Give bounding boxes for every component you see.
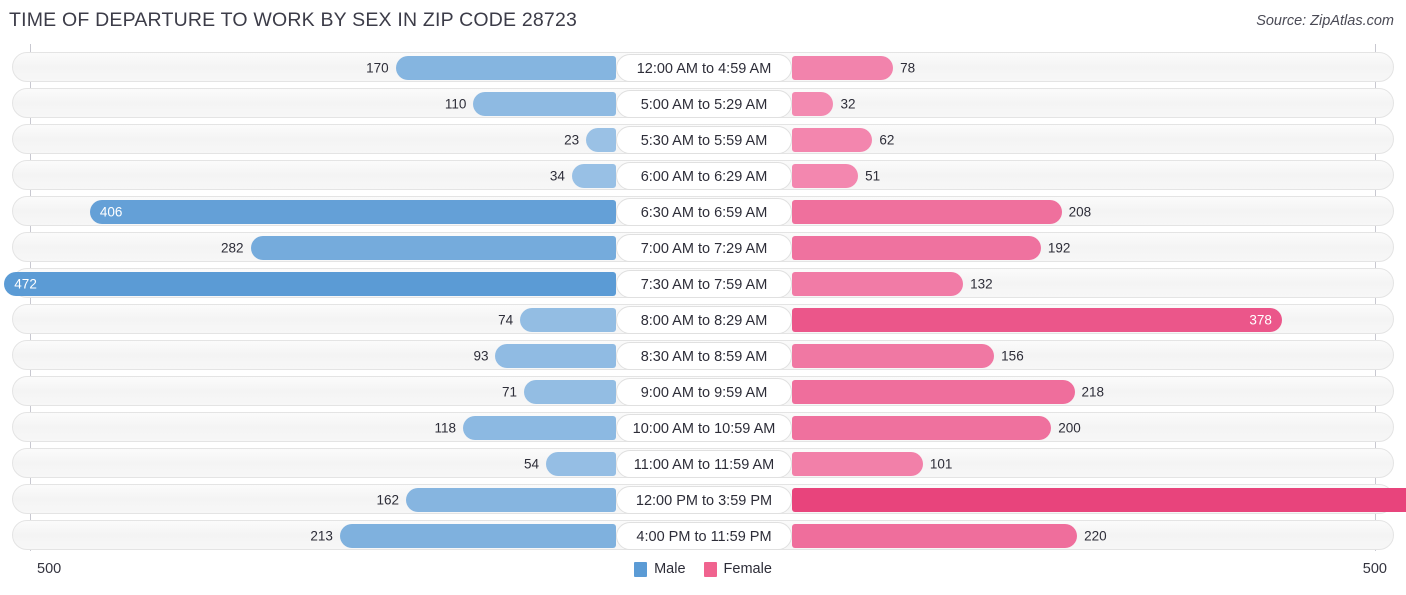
category-label: 6:00 AM to 6:29 AM [616, 162, 792, 190]
bar-value-female: 220 [1084, 528, 1107, 544]
category-label: 12:00 PM to 3:59 PM [616, 486, 792, 514]
bar-male[interactable]: 110 [445, 92, 616, 116]
bar-female[interactable]: 101 [792, 452, 952, 476]
bar-male[interactable]: 406 [89, 200, 616, 224]
table-row: 162 49912:00 PM to 3:59 PM [12, 484, 1406, 514]
bar-value-female: 32 [840, 96, 856, 112]
table-row: 71 218 9:00 AM to 9:59 AM [12, 376, 1394, 406]
bar-value-male: 282 [220, 240, 244, 256]
chart-plot-area: 170 78 12:00 AM to 4:59 AM 110 32 5:00 AM to … [0, 44, 1406, 551]
bar-value-male: 74 [498, 312, 514, 328]
table-row: 406 208 6:30 AM to 6:59 AM [12, 196, 1394, 226]
category-label: 8:00 AM to 8:29 AM [616, 306, 792, 334]
table-row: 23 62 5:30 AM to 5:59 AM [12, 124, 1394, 154]
legend-swatch-icon [634, 561, 648, 577]
category-label: 8:30 AM to 8:59 AM [616, 342, 792, 370]
bar-value-female: 200 [1058, 420, 1081, 436]
bar-value-male: 23 [564, 132, 580, 148]
bar-male[interactable]: 282 [221, 236, 616, 260]
bar-male[interactable]: 34 [550, 164, 616, 188]
bar-value-male: 213 [310, 528, 333, 544]
bar-value-male: 406 [99, 204, 123, 220]
table-row: 74 378 8:00 AM to 8:29 AM [12, 304, 1394, 334]
table-row: 213 220 4:00 PM to 11:59 PM [12, 520, 1394, 550]
category-label: 7:30 AM to 7:59 AM [616, 270, 792, 298]
bar-male[interactable]: 74 [498, 308, 616, 332]
bar-male[interactable]: 170 [366, 56, 616, 80]
category-label: 5:30 AM to 5:59 AM [616, 126, 792, 154]
source-attribution: Source: ZipAtlas.com [1256, 13, 1394, 29]
table-row: 34 51 6:00 AM to 6:29 AM [12, 160, 1394, 190]
bar-value-female: 378 [1249, 312, 1272, 328]
bar-value-female: 78 [900, 60, 916, 76]
chart-legend: Male Female [0, 561, 1406, 577]
bar-male[interactable]: 118 [435, 416, 616, 440]
legend-item[interactable]: Female [703, 561, 772, 577]
legend-label: Female [723, 561, 772, 577]
bar-value-female: 51 [865, 168, 881, 184]
bar-value-male: 110 [444, 96, 467, 112]
table-row: 472 132 7:30 AM to 7:59 AM [4, 268, 1394, 298]
table-row: 54 101 11:00 AM to 11:59 AM [12, 448, 1394, 478]
bar-female[interactable]: 192 [792, 236, 1070, 260]
category-label: 5:00 AM to 5:29 AM [616, 90, 792, 118]
bar-female[interactable]: 51 [792, 164, 880, 188]
bar-male[interactable]: 71 [502, 380, 616, 404]
bar-value-female: 208 [1068, 204, 1092, 220]
table-row: 170 78 12:00 AM to 4:59 AM [12, 52, 1394, 82]
bar-female[interactable]: 32 [792, 92, 856, 116]
bar-value-male: 162 [376, 492, 400, 508]
bar-value-male: 54 [523, 456, 540, 472]
bar-value-male: 93 [473, 348, 489, 364]
bar-male[interactable]: 472 [4, 272, 616, 296]
bar-value-male: 170 [366, 60, 389, 76]
bar-male[interactable]: 54 [524, 452, 616, 476]
bar-female[interactable]: 208 [792, 200, 1091, 224]
table-row: 282 192 7:00 AM to 7:29 AM [12, 232, 1394, 262]
category-label: 6:30 AM to 6:59 AM [616, 198, 792, 226]
bar-female[interactable]: 156 [792, 344, 1024, 368]
bar-female[interactable]: 499 [792, 488, 1406, 512]
page-title: TIME OF DEPARTURE TO WORK BY SEX IN ZIP … [9, 9, 578, 31]
chart-footer: 500 500 Male Female [0, 551, 1406, 595]
legend-item[interactable]: Male [634, 561, 686, 577]
bar-value-male: 118 [434, 420, 457, 436]
bar-female[interactable]: 218 [792, 380, 1104, 404]
table-row: 93 156 8:30 AM to 8:59 AM [12, 340, 1394, 370]
bar-value-male: 71 [501, 384, 517, 400]
bar-value-female: 101 [929, 456, 953, 472]
bar-value-male: 34 [549, 168, 565, 184]
bar-male[interactable]: 93 [473, 344, 616, 368]
bar-female[interactable]: 200 [792, 416, 1081, 440]
bar-value-female: 192 [1047, 240, 1071, 256]
category-label: 9:00 AM to 9:59 AM [616, 378, 792, 406]
category-label: 4:00 PM to 11:59 PM [616, 522, 792, 550]
category-label: 12:00 AM to 4:59 AM [616, 54, 792, 82]
bar-female[interactable]: 78 [792, 56, 915, 80]
bar-male[interactable]: 23 [564, 128, 616, 152]
category-label: 7:00 AM to 7:29 AM [616, 234, 792, 262]
chart-header: TIME OF DEPARTURE TO WORK BY SEX IN ZIP … [0, 0, 1406, 44]
bar-male[interactable]: 162 [377, 488, 616, 512]
legend-label: Male [654, 561, 686, 577]
bar-value-female: 218 [1081, 384, 1105, 400]
bar-value-male: 472 [14, 276, 37, 292]
category-label: 11:00 AM to 11:59 AM [616, 450, 792, 478]
legend-swatch-icon [703, 561, 717, 577]
bar-female[interactable]: 378 [792, 308, 1282, 332]
bar-value-female: 156 [1001, 348, 1024, 364]
bar-female[interactable]: 220 [792, 524, 1107, 548]
bar-female[interactable]: 132 [792, 272, 993, 296]
bar-male[interactable]: 213 [310, 524, 616, 548]
table-row: 110 32 5:00 AM to 5:29 AM [12, 88, 1394, 118]
bar-female[interactable]: 62 [792, 128, 894, 152]
category-label: 10:00 AM to 10:59 AM [616, 414, 792, 442]
bar-value-female: 132 [970, 276, 993, 292]
table-row: 118 200 10:00 AM to 10:59 AM [12, 412, 1394, 442]
bar-value-female: 62 [879, 132, 895, 148]
